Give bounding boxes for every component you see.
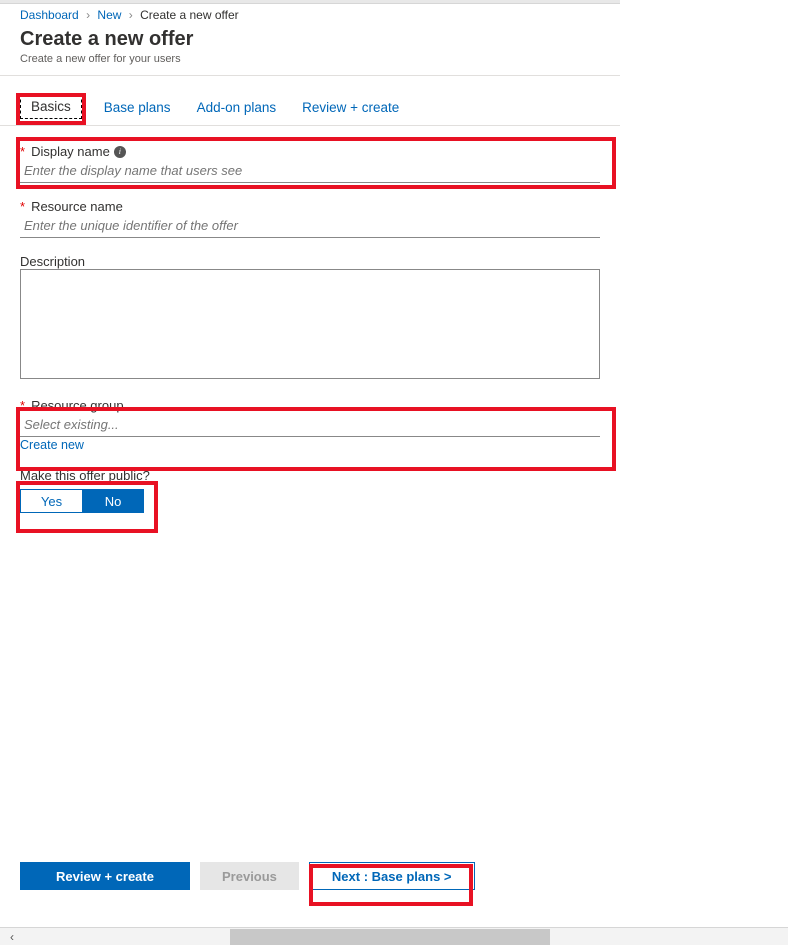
- field-public-toggle: Make this offer public? Yes No: [20, 468, 600, 513]
- resource-name-input[interactable]: [20, 214, 600, 238]
- wizard-footer: Review + create Previous Next : Base pla…: [0, 846, 620, 912]
- display-name-label: Display name: [31, 144, 110, 159]
- required-asterisk: *: [20, 398, 25, 413]
- public-toggle-yes[interactable]: Yes: [20, 489, 82, 513]
- breadcrumb-current: Create a new offer: [140, 8, 239, 22]
- next-button[interactable]: Next : Base plans >: [309, 862, 475, 890]
- public-toggle-no[interactable]: No: [82, 489, 144, 513]
- description-input[interactable]: [20, 269, 600, 379]
- info-icon[interactable]: i: [114, 146, 126, 158]
- breadcrumb-dashboard[interactable]: Dashboard: [20, 8, 79, 22]
- resource-group-label: Resource group: [31, 398, 124, 413]
- chevron-right-icon: ›: [129, 8, 133, 22]
- page-header: Create a new offer Create a new offer fo…: [0, 24, 620, 76]
- field-resource-group: * Resource group Create new: [20, 398, 600, 452]
- required-asterisk: *: [20, 144, 25, 159]
- breadcrumb: Dashboard › New › Create a new offer: [0, 4, 620, 24]
- review-create-button[interactable]: Review + create: [20, 862, 190, 890]
- field-resource-name: * Resource name: [20, 199, 600, 238]
- horizontal-scrollbar[interactable]: ‹: [0, 927, 788, 945]
- tab-base-plans[interactable]: Base plans: [100, 94, 175, 125]
- display-name-input[interactable]: [20, 159, 600, 183]
- resource-name-label: Resource name: [31, 199, 123, 214]
- required-asterisk: *: [20, 199, 25, 214]
- chevron-right-icon: ›: [86, 8, 90, 22]
- create-new-link[interactable]: Create new: [20, 438, 84, 452]
- scroll-left-icon[interactable]: ‹: [0, 928, 24, 946]
- page-title: Create a new offer: [20, 28, 600, 51]
- breadcrumb-new[interactable]: New: [97, 8, 121, 22]
- resource-group-select[interactable]: [20, 413, 600, 437]
- form-basics: * Display name i * Resource name Descrip…: [0, 126, 620, 513]
- previous-button: Previous: [200, 862, 299, 890]
- field-description: Description: [20, 254, 600, 382]
- field-display-name: * Display name i: [20, 144, 600, 183]
- scrollbar-thumb[interactable]: [230, 929, 550, 945]
- tab-basics[interactable]: Basics: [20, 94, 82, 119]
- public-toggle-label: Make this offer public?: [20, 468, 150, 483]
- tab-addon-plans[interactable]: Add-on plans: [193, 94, 281, 125]
- tab-bar: Basics Base plans Add-on plans Review + …: [0, 76, 620, 126]
- tab-review-create[interactable]: Review + create: [298, 94, 403, 125]
- page-subtitle: Create a new offer for your users: [20, 53, 600, 65]
- description-label: Description: [20, 254, 85, 269]
